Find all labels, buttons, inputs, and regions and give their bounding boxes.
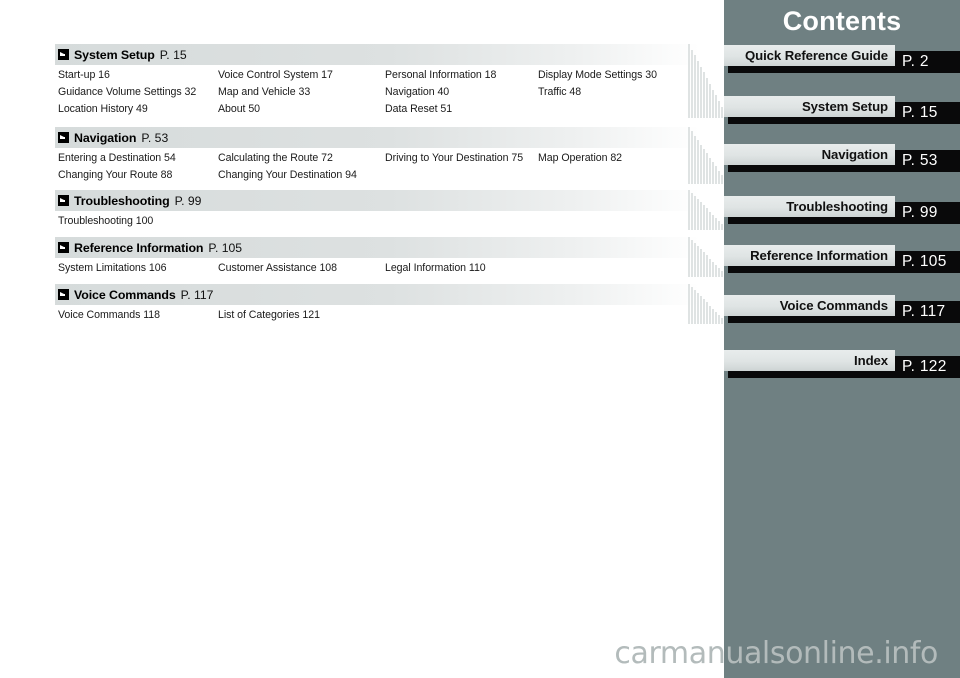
toc-entry-row: Troubleshooting 100 <box>58 215 724 232</box>
sidebar-tab-page: P. 99 <box>902 204 938 221</box>
toc-section: Reference Information P. 105 System Limita… <box>0 237 724 279</box>
sidebar-tab-label-block: Index <box>724 350 895 371</box>
toc-entry-link[interactable]: List of Categories 121 <box>218 309 320 321</box>
toc-entry-link[interactable]: Traffic 48 <box>538 86 581 98</box>
toc-entry-link[interactable]: Personal Information 18 <box>385 69 496 81</box>
sidebar-tab-label: Navigation <box>821 147 889 162</box>
toc-entry-link[interactable]: Guidance Volume Settings 32 <box>58 86 196 98</box>
toc-section-title: Reference Information <box>74 240 204 255</box>
toc-section-page: P. 105 <box>208 240 243 255</box>
sidebar-tab-page: P. 15 <box>902 104 938 121</box>
toc-entry-list: Entering a Destination 54 Calculating the… <box>58 152 724 186</box>
site-watermark: carmanualsonline.info <box>614 636 938 671</box>
toc-entry-row: Start-up 16 Voice Control System 17 Person… <box>58 69 724 86</box>
toc-section-header[interactable]: System Setup P. 15 <box>55 44 700 65</box>
toc-entry-link[interactable]: Navigation 40 <box>385 86 449 98</box>
toc-entry-link[interactable]: Driving to Your Destination 75 <box>385 152 523 164</box>
toc-entry-row: Location History 49 About 50 Data Reset 51 <box>58 103 724 120</box>
toc-section-header[interactable]: Reference Information P. 105 <box>55 237 700 258</box>
toc-entry-list: Troubleshooting 100 <box>58 215 724 232</box>
sidebar-tab-label-block: Troubleshooting <box>724 196 895 217</box>
toc-entry-link[interactable]: Customer Assistance 108 <box>218 262 337 274</box>
toc-entry-link[interactable]: Entering a Destination 54 <box>58 152 176 164</box>
toc-entry-link[interactable]: About 50 <box>218 103 260 115</box>
toc-section-title: System Setup <box>74 47 155 62</box>
toc-section: System Setup P. 15 Start-up 16 Voice Contro… <box>0 44 724 120</box>
toc-section-page: P. 15 <box>159 47 187 62</box>
sidebar-tab-page: P. 2 <box>902 53 929 70</box>
toc-entry-link[interactable]: Calculating the Route 72 <box>218 152 333 164</box>
toc-section: Troubleshooting P. 99 Troubleshooting 100 <box>0 190 724 232</box>
toc-entry-list: Start-up 16 Voice Control System 17 Person… <box>58 69 724 120</box>
sidebar-tab[interactable]: P. 15 System Setup <box>724 96 960 124</box>
toc-entry-link[interactable]: Start-up 16 <box>58 69 110 81</box>
toc-entry-list: System Limitations 106 Customer Assistanc… <box>58 262 724 279</box>
toc-section-header[interactable]: Troubleshooting P. 99 <box>55 190 700 211</box>
toc-entry-link[interactable]: Map and Vehicle 33 <box>218 86 310 98</box>
toc-section-title: Voice Commands <box>74 287 176 302</box>
page-title: Contents <box>782 6 902 36</box>
sidebar-tab-label: Index <box>854 353 888 368</box>
toc-entry-row: System Limitations 106 Customer Assistanc… <box>58 262 724 279</box>
sidebar-tab-label-block: Navigation <box>724 144 895 165</box>
arrow-right-icon <box>58 242 69 253</box>
toc-entry-link[interactable]: Changing Your Destination 94 <box>218 169 357 181</box>
arrow-right-icon <box>58 195 69 206</box>
sidebar-tab[interactable]: P. 2 Quick Reference Guide <box>724 45 960 73</box>
sidebar-tab-label: Troubleshooting <box>786 199 888 214</box>
sidebar-tab[interactable]: P. 99 Troubleshooting <box>724 196 960 224</box>
sidebar-tab-label-block: Quick Reference Guide <box>724 45 895 66</box>
sidebar-tab-label-block: Reference Information <box>724 245 895 266</box>
toc-entry-link[interactable]: Troubleshooting 100 <box>58 215 153 227</box>
toc-entry-row: Guidance Volume Settings 32 Map and Vehic… <box>58 86 724 103</box>
sidebar-tab-label: Voice Commands <box>779 298 888 313</box>
toc-section-header[interactable]: Voice Commands P. 117 <box>55 284 700 305</box>
table-of-contents: System Setup P. 15 Start-up 16 Voice Contro… <box>0 0 724 678</box>
arrow-right-icon <box>58 132 69 143</box>
toc-entry-list: Voice Commands 118 List of Categories 121 <box>58 309 724 326</box>
toc-entry-link[interactable]: Display Mode Settings 30 <box>538 69 657 81</box>
sidebar-tab-label: System Setup <box>801 99 888 114</box>
toc-entry-row: Changing Your Route 88 Changing Your Dest… <box>58 169 724 186</box>
toc-section: Voice Commands P. 117 Voice Commands 118 Li… <box>0 284 724 326</box>
sidebar-tab[interactable]: P. 117 Voice Commands <box>724 295 960 323</box>
toc-entry-link[interactable]: Map Operation 82 <box>538 152 622 164</box>
toc-entry-link[interactable]: Voice Commands 118 <box>58 309 160 321</box>
toc-entry-link[interactable]: Legal Information 110 <box>385 262 486 274</box>
toc-section-header[interactable]: Navigation P. 53 <box>55 127 700 148</box>
sidebar-tab[interactable]: P. 105 Reference Information <box>724 245 960 273</box>
toc-section-title: Troubleshooting <box>74 193 170 208</box>
toc-entry-link[interactable]: Location History 49 <box>58 103 148 115</box>
toc-section-page: P. 53 <box>141 130 169 145</box>
toc-section-title: Navigation <box>74 130 137 145</box>
toc-entry-link[interactable]: Data Reset 51 <box>385 103 452 115</box>
sidebar-tab[interactable]: P. 122 Index <box>724 350 960 378</box>
arrow-right-icon <box>58 289 69 300</box>
arrow-right-icon <box>58 49 69 60</box>
sidebar-tab-label-block: Voice Commands <box>724 295 895 316</box>
sidebar-tab-label: Quick Reference Guide <box>744 48 888 63</box>
toc-section-page: P. 99 <box>174 193 202 208</box>
toc-entry-link[interactable]: Changing Your Route 88 <box>58 169 172 181</box>
toc-section: Navigation P. 53 Entering a Destination 54… <box>0 127 724 186</box>
thumb-index-sidebar: Contents P. 2 Quick Reference Guide P. 15 S… <box>724 0 960 678</box>
toc-section-page: P. 117 <box>180 287 214 302</box>
sidebar-tab-label: Reference Information <box>750 248 888 263</box>
sidebar-tab[interactable]: P. 53 Navigation <box>724 144 960 172</box>
toc-entry-link[interactable]: Voice Control System 17 <box>218 69 333 81</box>
sidebar-tab-page: P. 105 <box>902 253 947 270</box>
toc-entry-row: Entering a Destination 54 Calculating the… <box>58 152 724 169</box>
sidebar-tab-page: P. 53 <box>902 152 938 169</box>
sidebar-tab-page: P. 122 <box>902 358 947 375</box>
toc-entry-row: Voice Commands 118 List of Categories 121 <box>58 309 724 326</box>
toc-entry-link[interactable]: System Limitations 106 <box>58 262 166 274</box>
sidebar-tab-page: P. 117 <box>902 303 946 320</box>
sidebar-tab-label-block: System Setup <box>724 96 895 117</box>
